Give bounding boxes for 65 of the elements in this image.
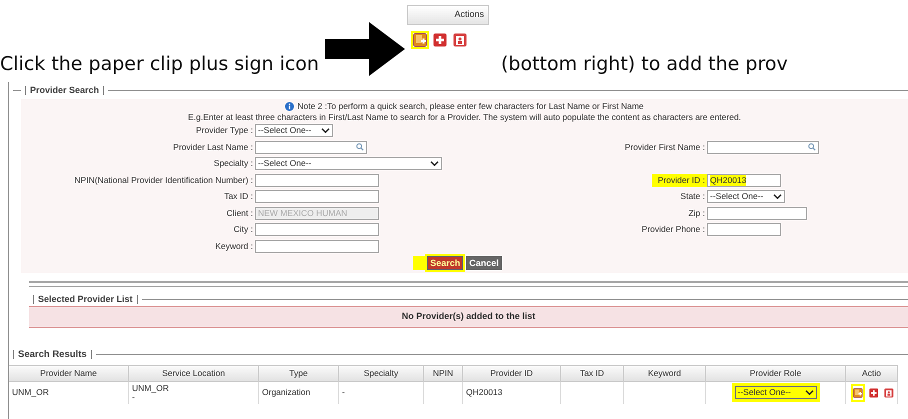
field-label: Provider Last Name : xyxy=(172,140,254,154)
column-header: NPIN xyxy=(424,364,463,382)
field-label: Specialty : xyxy=(212,157,254,170)
chevron-down-icon xyxy=(773,193,782,200)
arrow-icon xyxy=(324,22,405,76)
field-label: State : xyxy=(679,190,706,204)
field-label: Client : xyxy=(226,206,254,220)
field-label: Tax ID : xyxy=(223,190,254,204)
select-field[interactable]: --Select One-- xyxy=(255,157,442,170)
info-icon xyxy=(285,102,294,110)
input-field[interactable] xyxy=(255,174,379,187)
hint-text: E.g.Enter at least three characters in First/Last Name to search for a Provider. The system will auto populate the content as characters are entered. xyxy=(186,112,742,122)
cancel-button[interactable]: Cancel xyxy=(466,256,502,270)
column-header: Keyword xyxy=(624,364,706,382)
search-field[interactable] xyxy=(707,140,819,154)
search-icon xyxy=(356,143,364,152)
field-label: Keyword : xyxy=(214,240,254,253)
select-field[interactable]: --Select One-- xyxy=(255,124,333,138)
table-cell-text: QH20013 xyxy=(466,388,504,397)
table-cell-text: - xyxy=(132,392,135,402)
instruction-text: Click the paper clip plus sign icon xyxy=(0,52,319,76)
chevron-down-icon xyxy=(430,160,439,168)
field-label: Zip : xyxy=(687,206,706,220)
field-label: Provider Type : xyxy=(194,124,254,138)
column-header: Actio xyxy=(846,364,898,382)
field-label: Provider Phone : xyxy=(640,223,706,236)
column-header: Provider Role xyxy=(706,364,846,382)
input-field[interactable] xyxy=(255,223,379,236)
section-title: Search Results xyxy=(18,348,87,362)
user-document-icon[interactable] xyxy=(884,386,894,400)
add-icon[interactable] xyxy=(868,386,878,400)
field-label: Provider ID : xyxy=(652,174,707,187)
chevron-down-icon xyxy=(321,127,330,134)
field-label: City : xyxy=(232,223,254,236)
column-header: Specialty xyxy=(339,364,424,382)
empty-message: No Provider(s) added to the list xyxy=(29,306,908,328)
search-icon xyxy=(808,143,816,152)
column-header: Type xyxy=(259,364,339,382)
table-cell-text: UNM_OR xyxy=(132,384,170,392)
column-header: Provider Name xyxy=(9,364,129,382)
input-field[interactable] xyxy=(707,223,781,236)
input-field[interactable] xyxy=(255,190,379,204)
input-field[interactable]: QH20013 xyxy=(707,174,781,187)
table-cell-text: UNM_OR xyxy=(12,388,50,397)
table-cell-text: - xyxy=(342,388,346,397)
note-text: Note 2 :To perform a quick search, please enter few characters for Last Name or First Name xyxy=(297,100,644,112)
column-header: Actions xyxy=(406,5,489,24)
add-document-icon[interactable] xyxy=(412,32,427,46)
select-field[interactable]: --Select One-- xyxy=(707,190,785,204)
table-cell-text: Organization xyxy=(262,388,312,397)
search-field[interactable] xyxy=(255,140,367,154)
column-header: Provider ID xyxy=(463,364,561,382)
input-field[interactable] xyxy=(707,206,807,220)
column-header: Service Location xyxy=(129,364,259,382)
input-field[interactable] xyxy=(255,240,379,253)
section-title: Provider Search xyxy=(30,84,100,97)
instruction-text: (bottom right) to add the prov xyxy=(500,52,788,76)
user-document-icon[interactable] xyxy=(452,32,467,46)
chevron-down-icon xyxy=(804,389,814,396)
field-label: Provider First Name : xyxy=(624,140,706,154)
field-label: NPIN(National Provider Identification Number) : xyxy=(73,174,254,187)
add-document-icon[interactable] xyxy=(853,386,863,400)
add-icon[interactable] xyxy=(432,32,447,46)
column-header: Tax ID xyxy=(561,364,624,382)
section-title: Selected Provider List xyxy=(38,292,133,306)
